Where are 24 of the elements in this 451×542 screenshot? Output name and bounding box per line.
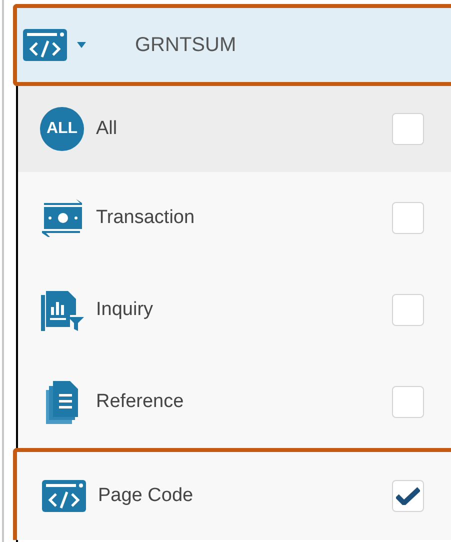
chart-report-filter-icon [40, 289, 84, 331]
caret-icon[interactable] [77, 42, 86, 48]
all-badge: ALL [40, 107, 84, 151]
row-label: Transaction [96, 206, 196, 230]
checkmark-icon [396, 487, 420, 505]
category-row[interactable]: Transaction [18, 172, 451, 264]
checkbox[interactable] [392, 202, 424, 234]
category-row[interactable]: Inquiry [18, 264, 451, 356]
checkbox[interactable] [392, 113, 424, 145]
document-stack-icon [44, 380, 80, 424]
row-label: All [96, 116, 118, 141]
checkbox[interactable] [392, 480, 424, 512]
row-label: Inquiry [96, 298, 154, 322]
row-label: Reference [96, 390, 185, 414]
category-row[interactable]: ALL All [18, 86, 451, 172]
checkbox[interactable] [392, 294, 424, 326]
page-title: GRNTSUM [135, 33, 236, 58]
code-window-icon[interactable] [23, 29, 67, 61]
category-row[interactable]: Page Code [13, 448, 451, 540]
row-label: Page Code [98, 484, 194, 508]
category-row[interactable]: Reference [18, 356, 451, 448]
banknote-arrows-icon [40, 197, 84, 239]
code-window-icon [42, 480, 86, 512]
checkbox[interactable] [392, 386, 424, 418]
